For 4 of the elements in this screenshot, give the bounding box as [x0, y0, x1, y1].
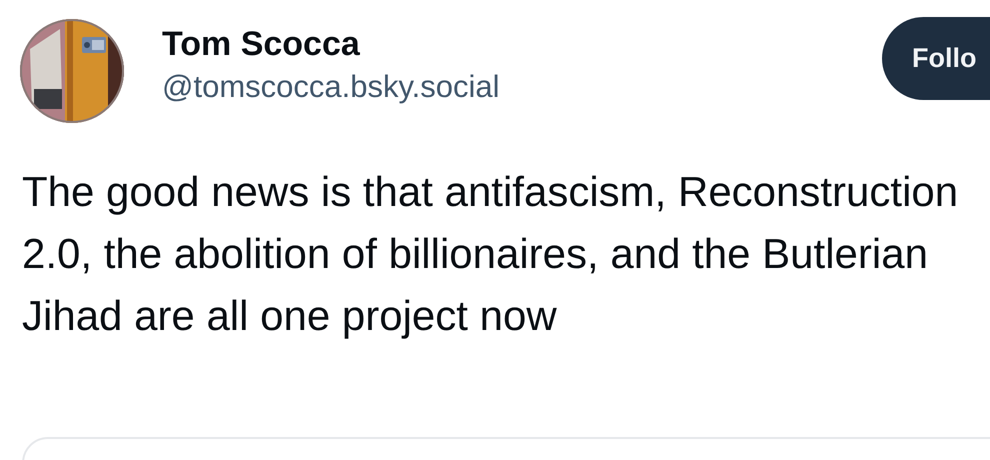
follow-button[interactable]: Follo [882, 17, 990, 100]
post-text: The good news is that antifascism, Reconstruction 2.0, the abolition of billionaires, and the Butlerian Jihad are all one project now [22, 167, 960, 341]
author-name: Tom Scocca [162, 24, 361, 65]
author-handle: @tomscocca.bsky.social [162, 68, 501, 106]
